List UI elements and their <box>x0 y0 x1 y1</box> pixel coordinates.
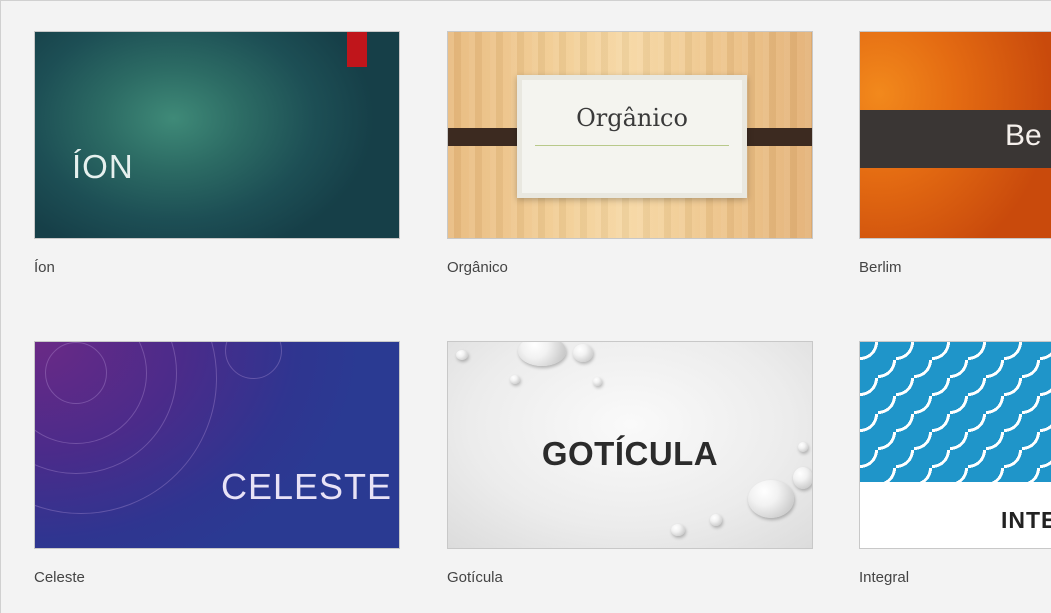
theme-name: Gotícula <box>447 569 503 586</box>
theme-thumbnail-integral[interactable]: INTE <box>859 341 1051 549</box>
theme-thumbnail-goticula[interactable]: GOTÍCULA <box>447 341 813 549</box>
title-card: Orgânico <box>517 75 747 198</box>
theme-name: Celeste <box>34 569 85 586</box>
decor-band <box>737 128 812 146</box>
water-drop <box>456 350 468 360</box>
decor-band <box>448 128 523 146</box>
thumbnail-title: ÍON <box>72 148 134 185</box>
theme-tile-ion[interactable]: ÍON Íon <box>34 31 400 276</box>
thumbnail-title: GOTÍCULA <box>541 435 719 472</box>
theme-thumbnail-organico[interactable]: Orgânico <box>447 31 813 239</box>
thumbnail-title: Orgânico <box>576 104 688 132</box>
water-drop <box>573 344 593 362</box>
theme-thumbnail-ion[interactable]: ÍON <box>34 31 400 239</box>
water-drop <box>518 342 566 366</box>
theme-thumbnail-berlim[interactable]: Be <box>859 31 1051 239</box>
theme-name: Berlim <box>859 259 902 276</box>
theme-name: Íon <box>34 259 55 276</box>
thumbnail-title: CELESTE <box>221 466 393 507</box>
decor-ring <box>225 342 282 379</box>
theme-gallery: ÍON Íon Orgânico Orgânico Be Berlim CELE… <box>0 0 1051 613</box>
water-drop <box>593 377 602 386</box>
accent-flag <box>347 32 367 67</box>
thumbnail-title: Be <box>1005 119 1042 152</box>
theme-name: Integral <box>859 569 910 586</box>
water-drop <box>748 480 794 518</box>
theme-tile-integral[interactable]: INTE Integral <box>859 341 1051 586</box>
circle-pattern <box>860 342 1051 482</box>
theme-name: Orgânico <box>447 259 508 276</box>
decor-ring <box>35 342 217 514</box>
theme-tile-organico[interactable]: Orgânico Orgânico <box>447 31 813 276</box>
water-drop <box>710 514 722 526</box>
theme-tile-berlim[interactable]: Be Berlim <box>859 31 1051 276</box>
water-drop <box>510 375 520 384</box>
divider <box>535 145 729 146</box>
theme-tile-goticula[interactable]: GOTÍCULA Gotícula <box>447 341 813 586</box>
theme-thumbnail-celeste[interactable]: CELESTE <box>34 341 400 549</box>
water-drop <box>671 524 685 536</box>
thumbnail-title: INTE <box>1001 507 1051 533</box>
theme-tile-celeste[interactable]: CELESTE Celeste <box>34 341 400 586</box>
